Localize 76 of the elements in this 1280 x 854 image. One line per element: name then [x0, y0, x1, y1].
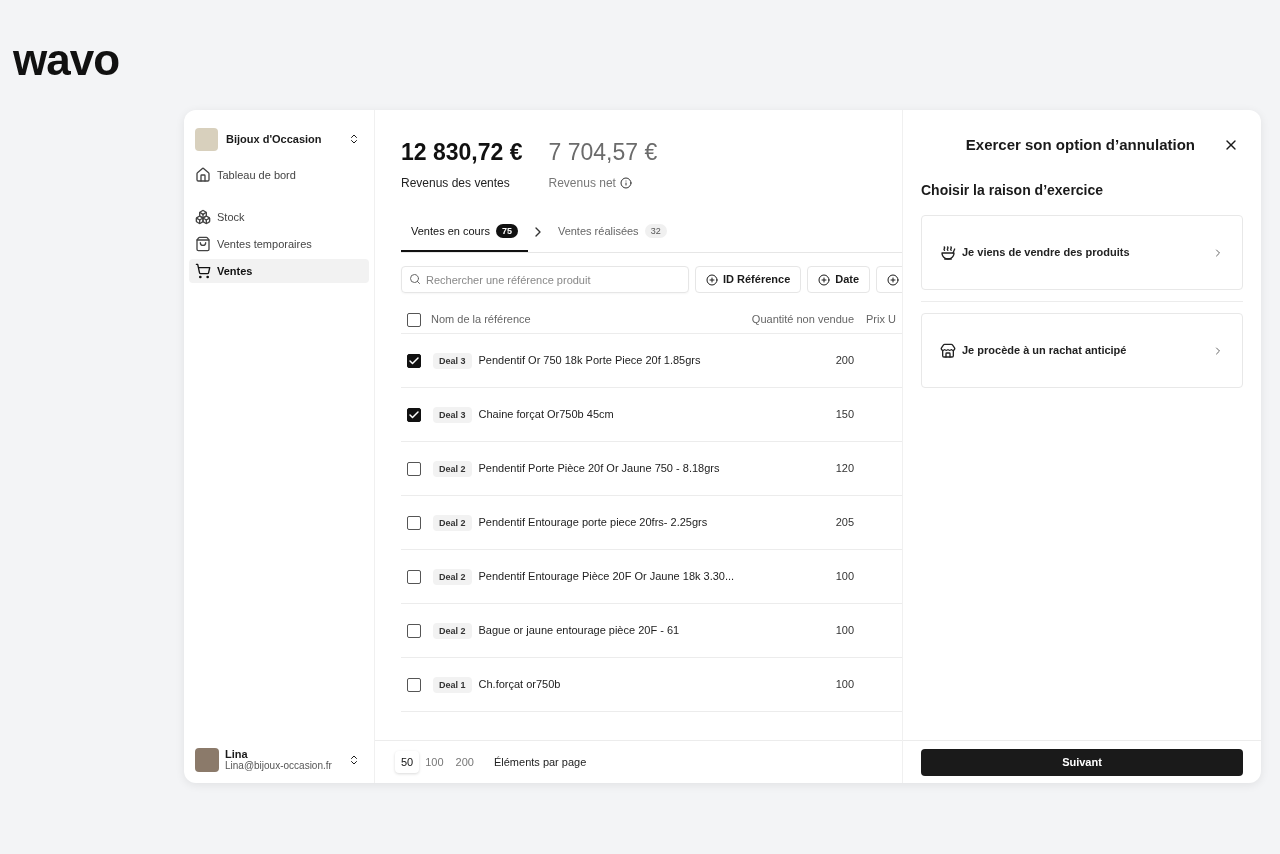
table-cell-text: Pendentif Entourage Pièce 20F Or Jaune 18k 3.30...	[478, 569, 736, 585]
column-header: Nom de la référence	[431, 312, 532, 328]
checkbox[interactable]	[407, 515, 421, 530]
table-cell-text: Pendentif Entourage porte piece 20frs- 2.25grs	[478, 515, 709, 531]
checkbox[interactable]	[407, 312, 421, 327]
page-size-option[interactable]: 50	[395, 751, 420, 773]
search-icon	[409, 273, 421, 285]
deal-tag: Deal 2	[433, 460, 472, 477]
deal-tag: Deal 3	[433, 352, 472, 369]
table-cell-text: Chaine forçat Or750b 45cm	[478, 407, 615, 423]
store-name: Bijoux d'Occasion	[226, 131, 323, 147]
table-cell-text: 200	[834, 353, 854, 369]
home-icon	[195, 167, 211, 183]
tab[interactable]: Ventes en cours 75	[401, 212, 528, 252]
page-size-option[interactable]: 100	[419, 751, 450, 773]
filter-button[interactable]: Date	[807, 266, 871, 293]
table-cell-text: 205	[834, 515, 854, 531]
user-name: Lina	[225, 747, 249, 760]
checkbox[interactable]	[407, 569, 421, 584]
page-size-label: Éléments par page	[493, 754, 587, 770]
stat-value: 7 704,57 €	[548, 138, 658, 166]
deal-tag: Deal 2	[433, 622, 472, 639]
table-cell-text: Pendentif Or 750 18k Porte Piece 20f 1.85grs	[478, 353, 702, 369]
table-cell-text: 100	[834, 569, 854, 585]
chevrons-icon[interactable]	[348, 753, 360, 766]
filter-button[interactable]	[876, 266, 902, 293]
info-icon[interactable]	[619, 177, 632, 189]
nav-item[interactable]: Tableau de bord	[189, 163, 369, 187]
deal-tag: Deal 1	[433, 676, 472, 693]
column-header: Prix U	[865, 312, 897, 328]
nav-item[interactable]: Ventes	[189, 259, 369, 283]
store-logo	[195, 127, 218, 151]
table-cell-text: 150	[834, 407, 854, 423]
table-cell-text: 100	[834, 623, 854, 639]
deal-tag: Deal 2	[433, 514, 472, 531]
tab[interactable]: Ventes réalisées 32	[547, 212, 677, 252]
nav-item[interactable]: Ventes temporaires	[189, 232, 369, 256]
stat-value: 12 830,72 €	[401, 138, 523, 166]
checkbox[interactable]	[407, 623, 421, 638]
table-cell-text: Ch.forçat or750b	[478, 677, 562, 693]
page-size-option[interactable]: 200	[449, 751, 480, 773]
cart-icon	[195, 263, 211, 279]
option-card[interactable]: Je procède à un rachat anticipé	[921, 313, 1243, 388]
plus-circle-icon	[706, 273, 718, 286]
next-button[interactable]: Suivant	[921, 748, 1243, 776]
plus-circle-icon	[818, 273, 831, 286]
count-badge: 32	[644, 224, 667, 238]
table-cell-text: 120	[834, 461, 854, 477]
table-cell-text: 100	[834, 677, 854, 693]
deal-tag: Deal 2	[433, 568, 472, 585]
stat-label: Revenus net	[548, 175, 616, 192]
search-field[interactable]: Rechercher une référence produit	[401, 266, 689, 293]
plus-circle-icon	[887, 273, 900, 286]
table-cell-text: Pendentif Porte Pièce 20f Or Jaune 750 - 8.18grs	[478, 461, 721, 477]
section-heading: Choisir la raison d’exercice	[921, 181, 1105, 200]
stat-label: Revenus des ventes	[401, 175, 510, 192]
checkbox[interactable]	[407, 353, 421, 368]
filter-button[interactable]: ID Référence	[695, 266, 802, 293]
store-icon	[940, 342, 956, 359]
bag-icon	[195, 236, 211, 252]
bowl-icon	[940, 244, 956, 261]
checkbox[interactable]	[407, 461, 421, 476]
count-badge: 75	[495, 224, 518, 238]
checkbox[interactable]	[407, 407, 421, 422]
user-email: Lina@bijoux-occasion.fr	[225, 759, 333, 772]
option-card[interactable]: Je viens de vendre des produits	[921, 215, 1243, 290]
nav-item[interactable]: Stock	[189, 205, 369, 229]
table-cell-text: Bague or jaune entourage pièce 20F - 61	[478, 623, 681, 639]
deal-tag: Deal 3	[433, 406, 472, 423]
boxes-icon	[195, 209, 211, 225]
panel-title: Exercer son option d’annulation	[965, 134, 1195, 155]
chevrons-icon[interactable]	[348, 133, 360, 145]
checkbox[interactable]	[407, 677, 421, 692]
column-header: Quantité non vendue	[750, 312, 854, 328]
logo: wavo	[13, 35, 120, 84]
avatar-photo-placeholder	[195, 747, 219, 772]
